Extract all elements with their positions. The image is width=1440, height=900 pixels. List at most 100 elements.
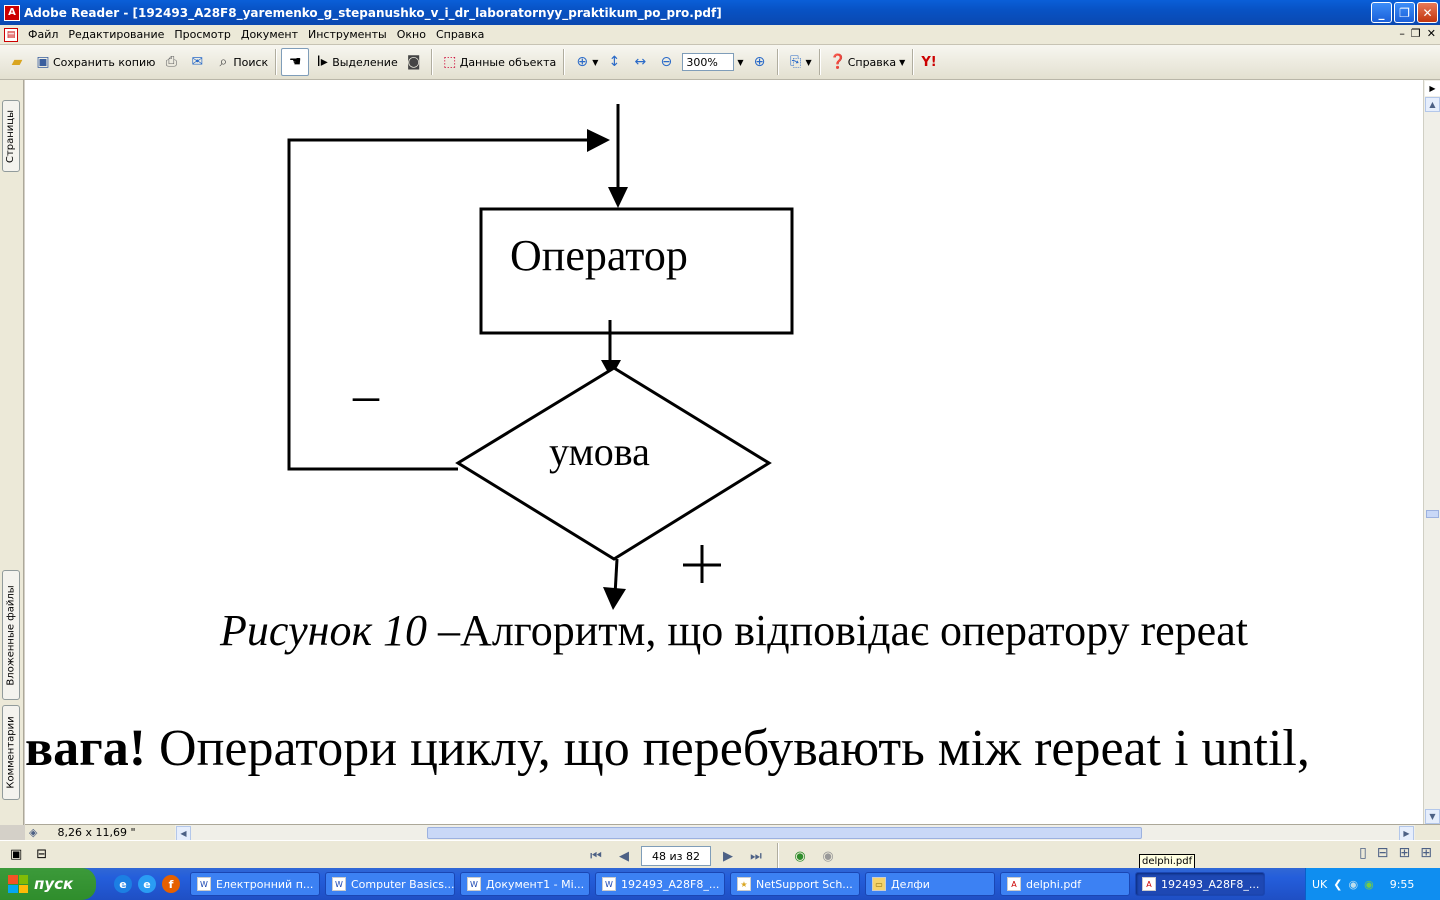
note-text: Оператори циклу, що перебувають між repe…	[146, 720, 1310, 777]
previous-page-button[interactable]: ◀	[613, 845, 635, 867]
entry-arrowhead	[608, 187, 628, 208]
continuous-view-icon[interactable]: ⊟	[1377, 845, 1389, 861]
go-back-button[interactable]: ◉	[789, 845, 811, 867]
ie-alt-icon[interactable]: e	[138, 875, 156, 893]
doc-restore-icon[interactable]: ❐	[1411, 27, 1421, 40]
navigation-panel: Страницы Вложенные файлы Комментарии	[0, 80, 24, 825]
utorrent-icon[interactable]: ◉	[1364, 878, 1374, 891]
status-bar: ◈ 8,26 x 11,69 " ◀ ▶	[25, 824, 1440, 841]
zoom-out-button[interactable]: ⊖	[653, 48, 679, 76]
zoom-tool-button[interactable]: ⊕ ▼	[569, 48, 601, 76]
next-page-button[interactable]: ▶	[717, 845, 739, 867]
print-button[interactable]: ⎙	[158, 48, 184, 76]
task-delphi-pdf[interactable]: Adelphi.pdf	[1000, 872, 1130, 896]
minimize-button[interactable]: _	[1371, 2, 1392, 23]
back-arrow-icon: ◉	[794, 848, 806, 864]
menu-tools[interactable]: Инструменты	[303, 28, 392, 41]
page-forward-icon[interactable]: ▶	[1425, 81, 1440, 96]
task-computer-basics[interactable]: W Computer Basics...	[325, 872, 455, 896]
panel-collapse-icon[interactable]: ⊟	[36, 847, 47, 862]
task-192493-word[interactable]: W 192493_A28F8_...	[595, 872, 725, 896]
horizontal-scrollbar[interactable]: ◀ ▶	[175, 825, 1415, 841]
facing-view-icon[interactable]: ⊞	[1399, 845, 1411, 861]
toolbar: ▰ ▣ Сохранить копию ⎙ ✉ ⌕ Поиск ☚ I▸ Выделе…	[0, 45, 1440, 80]
start-button[interactable]: пуск	[0, 868, 96, 900]
task-label: 192493_A28F8_...	[621, 877, 720, 891]
zoom-in-magnifier-icon: ⊕	[576, 54, 589, 70]
taskbar-tooltip: delphi.pdf	[1139, 854, 1196, 869]
select-tool-button[interactable]: I▸ Выделение	[309, 48, 401, 76]
close-button[interactable]: ✕	[1417, 2, 1438, 23]
tab-attachments[interactable]: Вложенные файлы	[2, 570, 20, 700]
system-tray: UK ❮ ◉ ◉ 9:55	[1305, 868, 1440, 900]
task-document1[interactable]: W Документ1 - Mi...	[460, 872, 590, 896]
page-number-field[interactable]: 48 из 82	[641, 846, 711, 866]
scroll-down-arrow-icon[interactable]: ▼	[1425, 809, 1440, 824]
tab-comments[interactable]: Комментарии	[2, 705, 20, 800]
document-icon[interactable]: ▤	[4, 27, 18, 42]
hand-tool-button[interactable]: ☚	[281, 48, 310, 76]
save-icon: ▣	[36, 54, 50, 70]
menu-window[interactable]: Окно	[392, 28, 431, 41]
menu-edit[interactable]: Редактирование	[63, 28, 169, 41]
language-indicator[interactable]: UK	[1312, 878, 1327, 891]
task-192493-pdf[interactable]: A 192493_A28F8_...	[1135, 872, 1265, 896]
scroll-up-arrow-icon[interactable]: ▲	[1425, 97, 1440, 112]
go-forward-button[interactable]: ◉	[817, 845, 839, 867]
task-electronic[interactable]: W Електронний п...	[190, 872, 320, 896]
clock[interactable]: 9:55	[1390, 878, 1415, 891]
zoom-dropdown-icon[interactable]: ▼	[737, 58, 743, 67]
snapshot-button[interactable]: ◙	[401, 48, 427, 76]
internet-explorer-icon[interactable]: e	[114, 875, 132, 893]
scroll-thumb[interactable]	[1426, 510, 1439, 518]
forward-arrow-icon: ◉	[822, 848, 834, 864]
search-label: Поиск	[233, 55, 269, 69]
network-icon[interactable]: ◉	[1348, 878, 1358, 891]
panel-toggle-icon[interactable]: ▣	[10, 847, 22, 862]
tab-pages[interactable]: Страницы	[2, 100, 20, 172]
help-button[interactable]: ❓ Справка ▼	[825, 48, 909, 76]
scroll-left-arrow-icon[interactable]: ◀	[176, 826, 191, 841]
menu-bar: ▤ Файл Редактирование Просмотр Документ …	[0, 25, 1440, 45]
save-copy-label: Сохранить копию	[53, 55, 156, 69]
doc-minimize-icon[interactable]: –	[1399, 27, 1405, 40]
restore-button[interactable]: ❐	[1394, 2, 1415, 23]
help-label: Справка	[847, 55, 897, 69]
fit-width-button[interactable]: ↔	[627, 48, 653, 76]
continuous-facing-view-icon[interactable]: ⊞	[1420, 845, 1432, 861]
menu-document[interactable]: Документ	[236, 28, 303, 41]
zoom-level-field[interactable]: 300%	[682, 53, 735, 71]
tab-comments-label: Комментарии	[5, 716, 17, 789]
first-page-button[interactable]: ⏮	[585, 845, 607, 867]
open-button[interactable]: ▰	[4, 48, 30, 76]
rotate-button[interactable]: ⎘ ▼	[783, 48, 815, 76]
yahoo-button[interactable]: Y!	[918, 48, 939, 76]
task-delphi-folder[interactable]: ▭ Делфи	[865, 872, 995, 896]
menu-file[interactable]: Файл	[23, 28, 63, 41]
zoom-out-icon: ⊖	[660, 54, 673, 70]
menu-view[interactable]: Просмотр	[169, 28, 235, 41]
object-data-button[interactable]: ⬚ Данные объекта	[437, 48, 560, 76]
horizontal-scroll-thumb[interactable]	[427, 827, 1142, 839]
page-size-label: 8,26 x 11,69 "	[57, 826, 136, 839]
single-page-view-icon[interactable]: ▯	[1359, 845, 1367, 861]
vertical-scrollbar[interactable]: ▶ ▲ ▼	[1423, 80, 1440, 825]
page-size-icon: ◈	[29, 826, 38, 839]
zoom-in-button[interactable]: ⊕	[747, 48, 773, 76]
email-button[interactable]: ✉	[184, 48, 210, 76]
email-icon: ✉	[191, 54, 204, 70]
start-label: пуск	[34, 875, 74, 893]
last-page-button[interactable]: ⏭	[745, 845, 767, 867]
firefox-icon[interactable]: f	[162, 875, 180, 893]
doc-close-icon[interactable]: ✕	[1427, 27, 1436, 40]
search-button[interactable]: ⌕ Поиск	[210, 48, 271, 76]
task-netsupport[interactable]: ★ NetSupport Sch...	[730, 872, 860, 896]
toolbar-separator	[912, 49, 915, 75]
tray-arrow-icon[interactable]: ❮	[1333, 878, 1342, 891]
menu-help[interactable]: Справка	[431, 28, 489, 41]
scroll-right-arrow-icon[interactable]: ▶	[1399, 826, 1414, 841]
save-copy-button[interactable]: ▣ Сохранить копию	[30, 48, 158, 76]
fit-page-button[interactable]: ↕	[601, 48, 627, 76]
task-label: Документ1 - Mi...	[486, 877, 585, 891]
note-paragraph: вага! Оператори циклу, що перебувають мі…	[25, 720, 1310, 777]
